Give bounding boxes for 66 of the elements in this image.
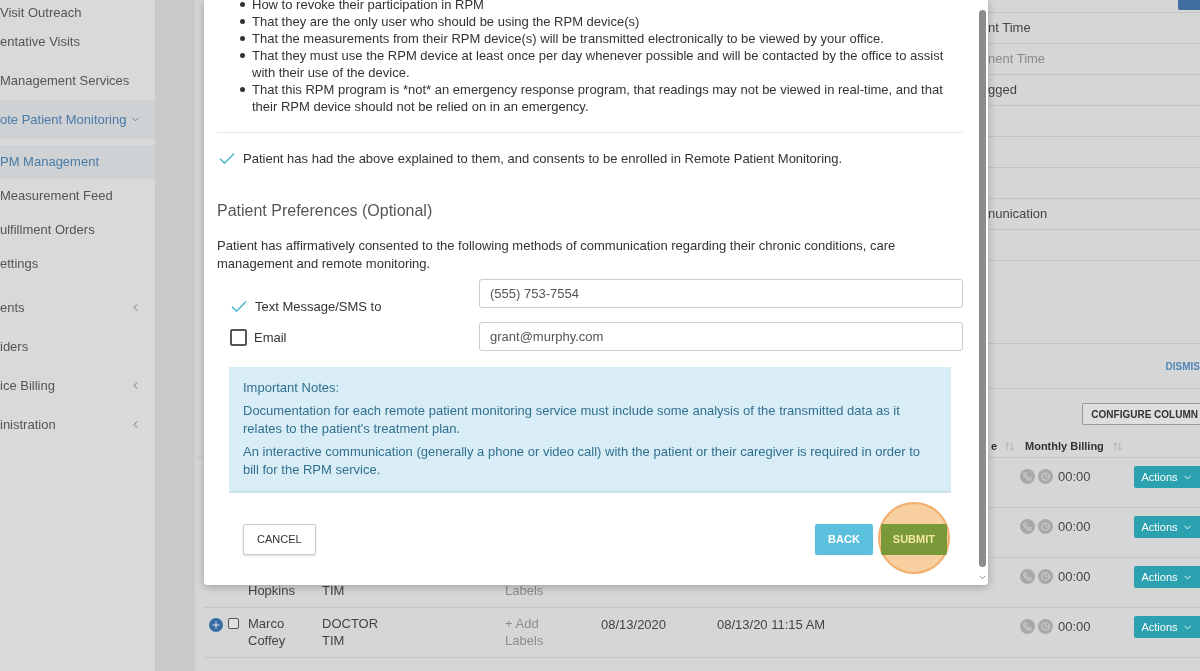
sidebar-item[interactable]: ote Patient Monitoring xyxy=(0,100,155,139)
actions-button[interactable]: Actions xyxy=(1134,616,1200,638)
clock-icon[interactable] xyxy=(1038,519,1053,535)
scroll-down-icon[interactable] xyxy=(978,573,987,582)
bullet-text: That they are the only user who should be using the RPM device(s) xyxy=(252,13,640,30)
row-checkbox[interactable] xyxy=(228,618,239,629)
billing-time: 00:00 xyxy=(1058,468,1091,486)
contact-field[interactable]: grant@murphy.com xyxy=(479,322,963,351)
consent-text: Patient has had the above explained to them, and consents to be enrolled in Remote Patient Monitoring. xyxy=(243,150,843,169)
sidebar-subitem[interactable]: Measurement Feed xyxy=(0,179,155,213)
patient-name: Marco Coffey xyxy=(248,615,287,649)
phone-icon[interactable] xyxy=(1020,519,1035,535)
billing-time: 00:00 xyxy=(1058,568,1091,586)
bullet-icon xyxy=(240,53,245,58)
sidebar-item[interactable]: entative Visits xyxy=(0,22,155,61)
phone-icon[interactable] xyxy=(1020,469,1035,485)
clock-icon[interactable] xyxy=(1038,469,1053,485)
provider-name: DOCTOR TIM xyxy=(322,615,380,649)
actions-button[interactable]: Actions xyxy=(1134,466,1200,488)
bullet-icon xyxy=(240,36,245,41)
billing-time: 00:00 xyxy=(1058,618,1091,636)
actions-button[interactable]: Actions xyxy=(1134,566,1200,588)
sidebar-item[interactable]: iders xyxy=(0,327,155,366)
bullet-icon xyxy=(240,2,245,7)
notes-paragraph: Documentation for each remote patient monitoring service must include some analysis of the transmitted data as it relates to the patient's treatment plan. xyxy=(243,402,901,438)
column-header[interactable]: e xyxy=(990,438,997,455)
cancel-button[interactable]: CANCEL xyxy=(243,524,316,555)
phone-icon[interactable] xyxy=(1020,569,1035,585)
appointment-time: 08/13/20 11:15 AM xyxy=(717,617,826,632)
sidebar-item[interactable]: inistration xyxy=(0,405,155,444)
bullet-text: How to revoke their participation in RPM xyxy=(252,0,484,13)
contact-field[interactable]: (555) 753-7554 xyxy=(479,279,963,308)
preferences-text: Patient has affirmatively consented to the following methods of communication regarding their chronic conditions, care management and remote monitoring. xyxy=(217,237,897,273)
sidebar-subitem[interactable]: PM Management xyxy=(0,145,155,179)
sidebar-subitem[interactable]: ulfillment Orders xyxy=(0,213,155,247)
top-button[interactable] xyxy=(1178,0,1200,10)
patient-name: Hopkins xyxy=(248,582,295,599)
bullet-icon xyxy=(240,87,245,92)
sidebar-item[interactable]: ice Billing xyxy=(0,366,155,405)
sidebar-item[interactable]: ents xyxy=(0,288,155,327)
notes-paragraph: An interactive communication (generally a phone or video call) with the patient or their caregiver is required in order to bill for the RPM service. xyxy=(243,443,922,479)
notes-title: Important Notes: xyxy=(243,379,341,397)
actions-button[interactable]: Actions xyxy=(1134,516,1200,538)
checkbox[interactable] xyxy=(230,329,247,346)
billing-time: 00:00 xyxy=(1058,518,1091,536)
provider-name: TIM xyxy=(322,582,345,599)
sidebar-item[interactable]: Visit Outreach xyxy=(0,0,155,22)
expand-icon[interactable] xyxy=(209,618,223,632)
date-cell: 08/13/2020 xyxy=(601,617,667,632)
column-header[interactable]: Monthly Billing xyxy=(1025,438,1104,455)
section-title: Patient Preferences (Optional) xyxy=(217,201,434,221)
scrollbar-thumb[interactable] xyxy=(979,10,986,567)
bullet-icon xyxy=(240,19,245,24)
configure-columns-button[interactable]: CONFIGURE COLUMN xyxy=(1082,403,1200,425)
bullet-text: That this RPM program is *not* an emergency response program, that readings may not be viewed in real-time, and that their RPM device should not be relied on in an emergency. xyxy=(252,81,944,115)
option-label: Text Message/SMS to xyxy=(255,297,382,316)
clock-icon[interactable] xyxy=(1038,619,1053,635)
sidebar-subitem[interactable]: ettings xyxy=(0,247,155,281)
phone-icon[interactable] xyxy=(1020,619,1035,635)
bullet-text: That the measurements from their RPM device(s) will be transmitted electronically to be viewed by your office. xyxy=(252,30,884,47)
sort-icon[interactable] xyxy=(1004,441,1015,452)
option-label: Email xyxy=(254,328,287,347)
sidebar-item[interactable]: Management Services xyxy=(0,61,155,100)
clock-icon[interactable] xyxy=(1038,569,1053,585)
sort-icon[interactable] xyxy=(1111,441,1123,452)
bullet-text: That they must use the RPM device at least once per day whenever possible and will be contacted by the office to assist with their use of the device. xyxy=(252,47,945,81)
